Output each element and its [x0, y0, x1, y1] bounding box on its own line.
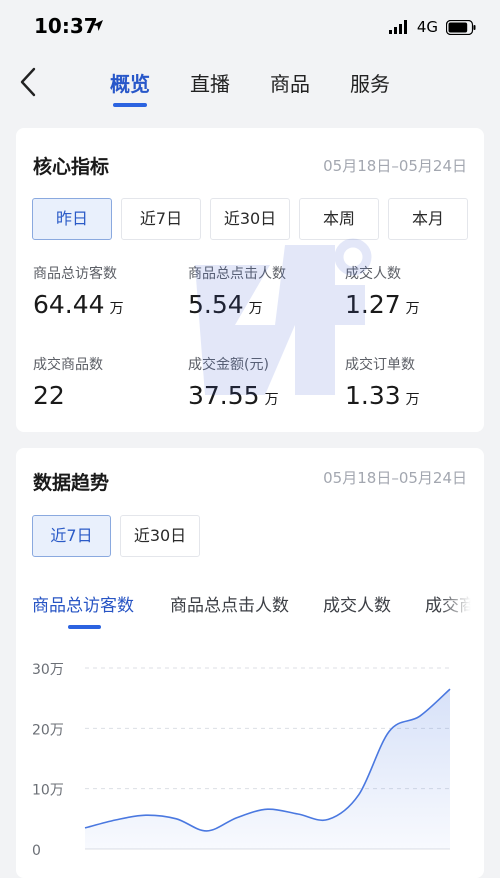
trend-chart: 30万 20万 10万 0: [32, 662, 451, 859]
series-area: [85, 689, 450, 849]
y-tick-label: 30万: [32, 662, 64, 678]
y-tick-label: 10万: [32, 783, 64, 799]
y-tick-label: 0: [32, 843, 41, 859]
y-tick-label: 20万: [32, 722, 64, 738]
